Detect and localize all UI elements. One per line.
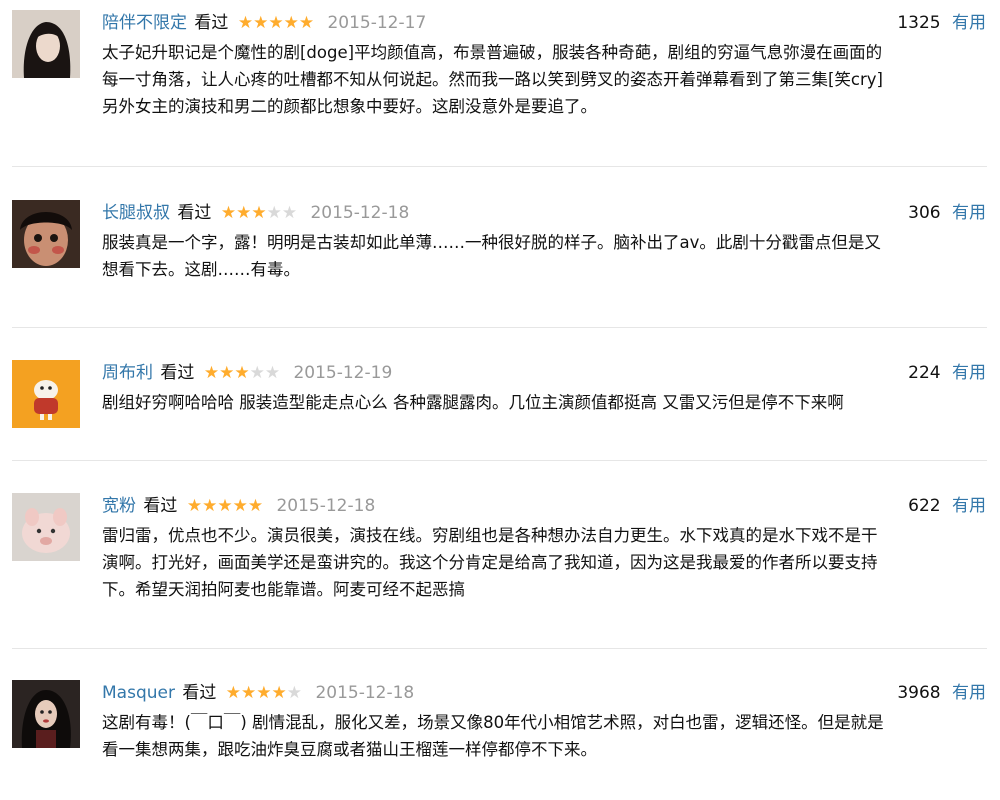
vote-count: 306 [908, 203, 941, 223]
divider [12, 648, 987, 649]
vote-count: 3968 [897, 683, 941, 703]
review-meta: Masquer 看过 ★★★★★ 2015-12-18 [102, 680, 414, 706]
user-avatar[interactable] [12, 200, 80, 268]
star-icon: ★ [234, 363, 250, 383]
vote-area: 1325 有用 [897, 10, 986, 36]
star-icon: ★ [225, 683, 242, 703]
review-text: 这剧有毒！(￣口￣) 剧情混乱，服化又差，场景又像80年代小相馆艺术照，对白也雷… [102, 713, 884, 759]
review-meta: 周布利 看过 ★★★★★ 2015-12-19 [102, 360, 392, 386]
useful-button[interactable]: 有用 [952, 496, 986, 516]
star-icon: ★ [283, 13, 299, 33]
username-link[interactable]: Masquer [102, 683, 175, 703]
review-text: 剧组好穷啊哈哈哈 服装造型能走点心么 各种露腿露肉。几位主演颜值都挺高 又雷又污… [102, 393, 844, 412]
review-item: 长腿叔叔 看过 ★★★★★ 2015-12-18 306 有用 服装真是一个字，… [0, 200, 1000, 280]
star-icon: ★ [220, 203, 237, 223]
watched-status: 看过 [177, 203, 212, 223]
star-icon: ★ [232, 496, 248, 516]
rating-stars: ★★★★★ [204, 360, 280, 386]
watched-status: 看过 [160, 363, 195, 383]
review-item: 周布利 看过 ★★★★★ 2015-12-19 224 有用 剧组好穷啊哈哈哈 … [0, 360, 1000, 430]
review-date: 2015-12-18 [310, 203, 410, 223]
review-date: 2015-12-19 [293, 363, 393, 383]
star-icon: ★ [298, 13, 315, 33]
user-avatar[interactable] [12, 493, 80, 561]
useful-button[interactable]: 有用 [952, 203, 986, 223]
star-icon: ★ [281, 203, 298, 223]
review-item: 陪伴不限定 看过 ★★★★★ 2015-12-17 1325 有用 太子妃升职记… [0, 10, 1000, 120]
username-link[interactable]: 周布利 [102, 363, 153, 383]
star-icon: ★ [251, 203, 267, 223]
user-avatar[interactable] [12, 360, 80, 428]
review-date: 2015-12-18 [315, 683, 415, 703]
rating-stars: ★★★★★ [187, 493, 263, 519]
vote-count: 622 [908, 496, 941, 516]
star-icon: ★ [203, 363, 220, 383]
star-icon: ★ [202, 496, 218, 516]
useful-button[interactable]: 有用 [952, 13, 986, 33]
watched-status: 看过 [143, 496, 178, 516]
user-avatar[interactable] [12, 10, 80, 78]
vote-count: 224 [908, 363, 941, 383]
username-link[interactable]: 长腿叔叔 [102, 203, 170, 223]
star-icon: ★ [249, 363, 265, 383]
rating-stars: ★★★★★ [221, 200, 297, 226]
review-text: 太子妃升职记是个魔性的剧[doge]平均颜值高，布景普遍破，服装各种奇葩，剧组的… [102, 43, 883, 116]
star-icon: ★ [217, 496, 233, 516]
star-icon: ★ [268, 13, 284, 33]
review-list: 陪伴不限定 看过 ★★★★★ 2015-12-17 1325 有用 太子妃升职记… [0, 0, 1000, 800]
star-icon: ★ [264, 363, 281, 383]
review-text: 雷归雷，优点也不少。演员很美，演技在线。穷剧组也是各种想办法自力更生。水下戏真的… [102, 526, 878, 599]
review-item: 宽粉 看过 ★★★★★ 2015-12-18 622 有用 雷归雷，优点也不少。… [0, 493, 1000, 618]
star-icon: ★ [253, 13, 269, 33]
vote-area: 224 有用 [908, 360, 986, 386]
vote-area: 622 有用 [908, 493, 986, 519]
useful-button[interactable]: 有用 [952, 683, 986, 703]
rating-stars: ★★★★★ [238, 10, 314, 36]
divider [12, 166, 987, 167]
user-avatar[interactable] [12, 680, 80, 748]
review-meta: 宽粉 看过 ★★★★★ 2015-12-18 [102, 493, 375, 519]
username-link[interactable]: 宽粉 [102, 496, 136, 516]
star-icon: ★ [219, 363, 235, 383]
star-icon: ★ [286, 683, 303, 703]
watched-status: 看过 [194, 13, 229, 33]
divider [12, 327, 987, 328]
review-date: 2015-12-17 [327, 13, 427, 33]
review-item: Masquer 看过 ★★★★★ 2015-12-18 3968 有用 这剧有毒… [0, 680, 1000, 780]
useful-button[interactable]: 有用 [952, 363, 986, 383]
review-text: 服装真是一个字，露！明明是古装却如此单薄……一种很好脱的样子。脑补出了av。此剧… [102, 233, 881, 279]
vote-area: 3968 有用 [897, 680, 986, 706]
divider [12, 460, 987, 461]
star-icon: ★ [271, 683, 287, 703]
rating-stars: ★★★★★ [226, 680, 302, 706]
star-icon: ★ [266, 203, 282, 223]
star-icon: ★ [247, 496, 264, 516]
username-link[interactable]: 陪伴不限定 [102, 13, 187, 33]
vote-area: 306 有用 [908, 200, 986, 226]
star-icon: ★ [241, 683, 257, 703]
vote-count: 1325 [897, 13, 941, 33]
star-icon: ★ [256, 683, 272, 703]
review-date: 2015-12-18 [276, 496, 376, 516]
watched-status: 看过 [182, 683, 217, 703]
review-meta: 长腿叔叔 看过 ★★★★★ 2015-12-18 [102, 200, 409, 226]
star-icon: ★ [186, 496, 203, 516]
star-icon: ★ [236, 203, 252, 223]
star-icon: ★ [237, 13, 254, 33]
review-meta: 陪伴不限定 看过 ★★★★★ 2015-12-17 [102, 10, 426, 36]
